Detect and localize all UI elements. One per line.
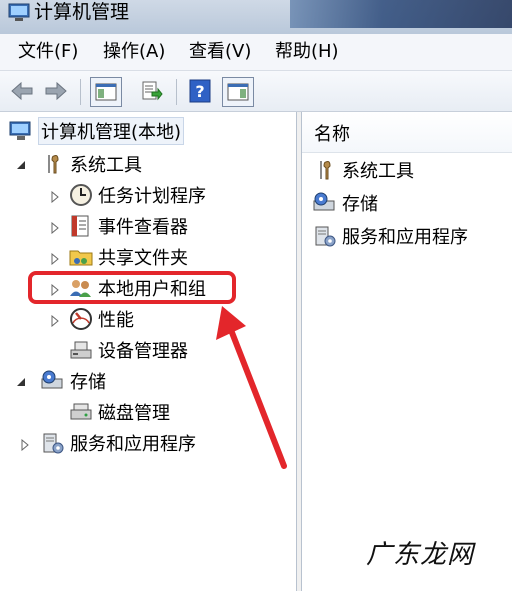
device-manager-icon xyxy=(70,341,92,359)
window-title: 计算机管理 xyxy=(34,1,130,23)
menu-help[interactable]: 帮助(H) xyxy=(273,38,341,66)
export-list-icon[interactable] xyxy=(138,77,166,105)
back-arrow-icon[interactable] xyxy=(8,77,36,105)
toolbar-separator xyxy=(176,79,177,105)
list-item-label: 存储 xyxy=(342,194,378,215)
menu-file[interactable]: 文件(F) xyxy=(16,38,80,66)
menu-view[interactable]: 查看(V) xyxy=(187,38,253,66)
tree-node-root[interactable]: 计算机管理(本地) xyxy=(8,117,185,145)
storage-icon xyxy=(41,370,63,389)
expand-arrow-icon[interactable] xyxy=(48,314,62,328)
tree-node-event-viewer[interactable]: 事件查看器 xyxy=(68,212,188,240)
background-window xyxy=(290,0,512,28)
forward-arrow-icon[interactable] xyxy=(42,77,70,105)
expand-arrow-icon[interactable] xyxy=(48,112,62,126)
tree-label: 服务和应用程序 xyxy=(70,434,196,455)
services-icon xyxy=(315,226,336,247)
tree-label: 设备管理器 xyxy=(98,341,188,362)
console-tree: 计算机管理(本地) 系统工具 任务计划程序 事件查看器 共享文件夹 本地用户和组… xyxy=(0,112,297,591)
list-item-label: 服务和应用程序 xyxy=(342,227,468,248)
expand-arrow-icon[interactable] xyxy=(48,252,62,266)
computer-management-icon xyxy=(9,121,31,140)
expand-arrow-icon[interactable] xyxy=(48,190,62,204)
shared-folder-icon xyxy=(69,250,93,266)
storage-icon xyxy=(313,192,335,211)
clock-icon xyxy=(70,184,92,206)
tree-label: 共享文件夹 xyxy=(98,248,188,269)
list-item-label: 系统工具 xyxy=(342,161,414,182)
menu-bar: 文件(F) 操作(A) 查看(V) 帮助(H) xyxy=(0,34,512,71)
list-item[interactable]: 服务和应用程序 xyxy=(312,222,468,250)
toolbar-separator xyxy=(80,79,81,105)
tree-node-performance[interactable]: 性能 xyxy=(68,305,134,333)
toolbar: ? xyxy=(0,71,512,112)
collapse-arrow-icon[interactable] xyxy=(14,375,28,389)
menu-action[interactable]: 操作(A) xyxy=(101,38,167,66)
tree-node-disk-management[interactable]: 磁盘管理 xyxy=(68,398,170,426)
tree-node-storage[interactable]: 存储 xyxy=(40,367,106,395)
tree-label: 任务计划程序 xyxy=(98,186,206,207)
tree-label: 事件查看器 xyxy=(98,217,188,238)
tree-label: 系统工具 xyxy=(70,155,142,176)
disk-icon xyxy=(70,403,92,420)
expand-arrow-icon[interactable] xyxy=(48,221,62,235)
results-pane: 名称 系统工具 存储 服务和应用程序 xyxy=(301,112,512,591)
tree-node-shared-folders[interactable]: 共享文件夹 xyxy=(68,243,188,271)
tree-node-task-scheduler[interactable]: 任务计划程序 xyxy=(68,181,206,209)
tree-node-device-manager[interactable]: 设备管理器 xyxy=(68,336,188,364)
expand-arrow-icon[interactable] xyxy=(18,438,32,452)
list-item[interactable]: 系统工具 xyxy=(312,156,414,184)
performance-gauge-icon xyxy=(70,308,92,330)
tree-label: 存储 xyxy=(70,372,106,393)
tools-icon xyxy=(48,155,59,174)
tree-label: 磁盘管理 xyxy=(98,403,170,424)
watermark: 广东龙网 xyxy=(365,540,474,570)
help-icon[interactable]: ? xyxy=(186,77,214,105)
show-tree-icon[interactable] xyxy=(90,77,122,107)
tree-node-system-tools[interactable]: 系统工具 xyxy=(40,150,142,178)
column-header-label: 名称 xyxy=(314,124,350,145)
computer-management-icon xyxy=(8,3,30,21)
collapse-arrow-icon[interactable] xyxy=(14,158,28,172)
event-log-icon xyxy=(71,215,89,237)
highlight-box xyxy=(28,271,236,304)
column-header-name[interactable]: 名称 xyxy=(302,112,512,153)
action-pane-icon[interactable] xyxy=(222,77,254,107)
services-icon xyxy=(43,433,64,454)
title-bar: 计算机管理 xyxy=(0,0,512,34)
tree-node-services-apps[interactable]: 服务和应用程序 xyxy=(40,429,196,457)
list-item[interactable]: 存储 xyxy=(312,189,378,217)
tools-icon xyxy=(320,161,331,180)
svg-text:?: ? xyxy=(195,82,204,101)
tree-label: 性能 xyxy=(98,310,134,331)
